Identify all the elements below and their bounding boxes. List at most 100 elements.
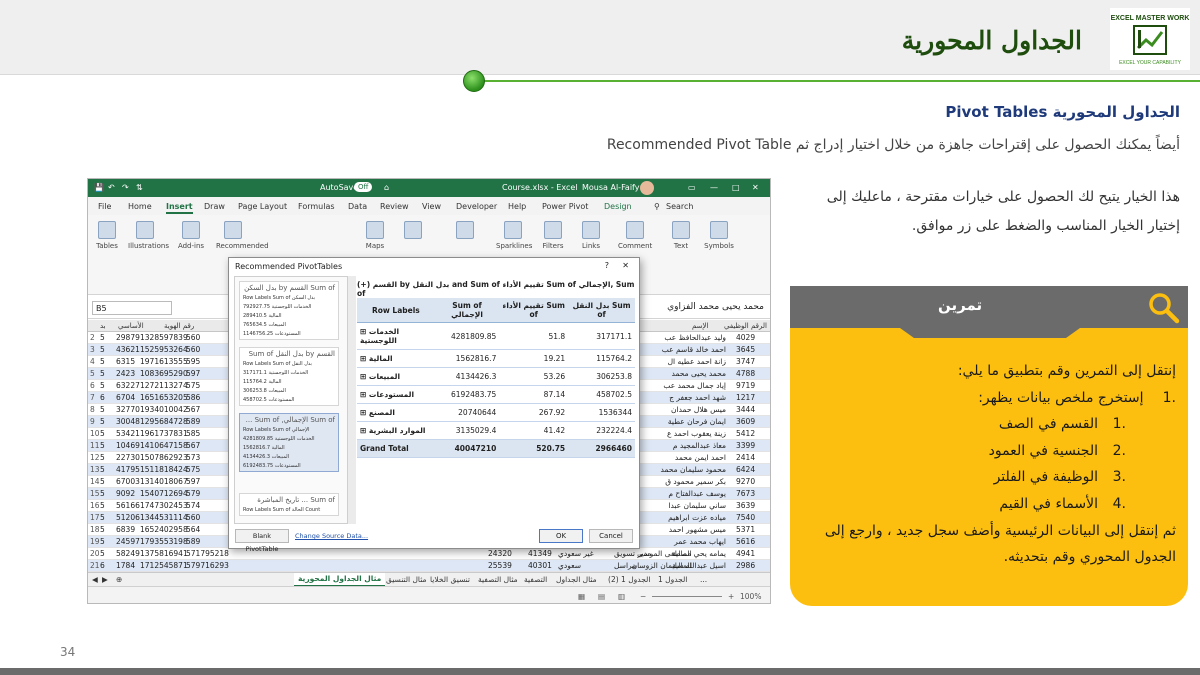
search-label[interactable]: Search <box>666 202 693 211</box>
cell[interactable]: 19 <box>90 537 100 546</box>
cell[interactable]: 1314018067 <box>140 477 188 486</box>
cell[interactable]: 1272113274 <box>140 381 188 390</box>
cell[interactable]: 14 <box>90 477 100 486</box>
cell[interactable]: 4 <box>90 357 95 366</box>
cell[interactable]: 4029 <box>736 333 755 342</box>
cell[interactable]: ايهاب محمد عمر <box>674 537 726 546</box>
autosave-toggle[interactable]: Off <box>354 182 373 192</box>
cell[interactable]: 5 <box>100 477 105 486</box>
cell[interactable]: 5 <box>100 465 105 474</box>
cell[interactable]: 17 <box>90 513 100 522</box>
cell[interactable]: 5 <box>100 369 105 378</box>
table-row[interactable]: 20 5 58249 1375816941 571795218 24320 41349 غير… <box>88 548 770 560</box>
pivot-suggestion[interactable]: القسم by بدل النقل Sum of Row Labels Sum… <box>239 347 339 406</box>
cell[interactable]: 1295684728 <box>140 417 188 426</box>
cell[interactable]: 1344531114 <box>140 513 188 522</box>
cell[interactable]: 20 <box>90 549 100 558</box>
cell[interactable]: 9270 <box>736 477 755 486</box>
cell[interactable]: 1651653205 <box>140 393 188 402</box>
cell[interactable]: 560 <box>186 345 200 354</box>
maximize-icon[interactable]: □ <box>732 183 740 192</box>
tab-sheet-filter[interactable]: التصفية <box>524 575 547 584</box>
cell[interactable]: 1712545871 <box>140 561 188 570</box>
tab-design[interactable]: Design <box>604 202 632 211</box>
cell[interactable]: ميس مشهور احمد <box>669 525 726 534</box>
zoom-level[interactable]: 100% <box>740 592 761 601</box>
cell[interactable]: 597 <box>186 477 200 486</box>
cell[interactable]: 5616 <box>736 537 755 546</box>
tab-review[interactable]: Review <box>380 202 409 211</box>
cell[interactable]: 8 <box>90 405 95 414</box>
tab-help[interactable]: Help <box>508 202 526 211</box>
cell[interactable]: 560 <box>186 333 200 342</box>
cell[interactable]: 18 <box>90 525 100 534</box>
cell[interactable]: شهد احمد جعفر ج <box>669 393 726 402</box>
cell[interactable]: 3609 <box>736 417 755 426</box>
cell[interactable]: ساني سليمان عبدا <box>668 501 726 510</box>
ribbon-display-icon[interactable]: ▭ <box>688 183 696 192</box>
cell[interactable]: 5 <box>100 417 105 426</box>
cell[interactable]: 589 <box>186 417 200 426</box>
cell[interactable]: غير سعودي <box>558 549 594 558</box>
cell[interactable]: 597 <box>186 369 200 378</box>
cell[interactable]: زينة يعقوب احمد ع <box>667 429 726 438</box>
cell[interactable]: 12 <box>90 453 100 462</box>
table-row[interactable]: 21 6 1784 1712545871 579716293 25539 40301 سعود… <box>88 560 770 572</box>
cell[interactable]: 1525953264 <box>140 345 188 354</box>
column-header[interactable]: بد <box>100 322 106 330</box>
search-icon[interactable]: ⚲ <box>654 202 660 211</box>
cell[interactable]: 3747 <box>736 357 755 366</box>
cell[interactable]: 7 <box>90 393 95 402</box>
cell[interactable]: 5 <box>100 549 105 558</box>
cell[interactable]: سعودي <box>558 561 581 570</box>
cell[interactable]: 3444 <box>736 405 755 414</box>
page-layout-icon[interactable]: ▤ <box>598 592 605 601</box>
cell[interactable]: 9092 <box>116 489 135 498</box>
cell[interactable]: 3 <box>90 345 95 354</box>
cell[interactable]: 5 <box>100 405 105 414</box>
cell[interactable]: 51206 <box>116 513 140 522</box>
cell[interactable]: 5 <box>100 525 105 534</box>
cell[interactable]: 16 <box>90 501 100 510</box>
cell[interactable]: 11 <box>90 441 100 450</box>
cell[interactable]: 24320 <box>488 549 512 558</box>
ok-button[interactable]: OK <box>539 529 583 543</box>
ribbon-text-button[interactable]: Text <box>664 221 698 250</box>
tab-developer[interactable]: Developer <box>456 202 497 211</box>
cell[interactable]: 2986 <box>736 561 755 570</box>
cell[interactable]: 32770 <box>116 405 140 414</box>
cell[interactable]: 25539 <box>488 561 512 570</box>
cell[interactable]: 1793553198 <box>140 537 188 546</box>
tab-data[interactable]: Data <box>348 202 367 211</box>
ribbon-illustrations-button[interactable]: Illustrations <box>128 221 169 250</box>
cell[interactable]: 21 <box>90 561 100 570</box>
cell[interactable]: بكر سمير محمود ق <box>665 477 726 486</box>
cell[interactable]: 1375816941 <box>140 549 188 558</box>
cell[interactable]: 1217 <box>736 393 755 402</box>
cell[interactable]: 6704 <box>116 393 135 402</box>
redo-icon[interactable]: ↷ <box>122 183 129 192</box>
cell[interactable]: 5 <box>100 345 105 354</box>
avatar[interactable] <box>640 181 654 195</box>
cell[interactable]: 5 <box>100 429 105 438</box>
tab-file[interactable]: File <box>98 202 111 211</box>
cell[interactable]: 5371 <box>736 525 755 534</box>
minimize-icon[interactable]: — <box>710 183 718 192</box>
help-icon[interactable]: ? <box>605 261 609 270</box>
cell[interactable]: 3639 <box>736 501 755 510</box>
cell[interactable]: 2414 <box>736 453 755 462</box>
normal-view-icon[interactable]: ▦ <box>578 592 585 601</box>
tab-draw[interactable]: Draw <box>204 202 225 211</box>
cell[interactable]: 575 <box>186 381 200 390</box>
cell[interactable]: 5 <box>100 537 105 546</box>
more-sheets[interactable]: ... <box>700 575 707 584</box>
ribbon-maps-button[interactable]: Maps <box>358 221 392 250</box>
cell[interactable]: 1747302453 <box>140 501 188 510</box>
tab-sheet-cell-format[interactable]: تنسيق الخلايا <box>430 575 470 584</box>
cell[interactable]: محمود سليمان محمد <box>661 465 726 474</box>
cancel-button[interactable]: Cancel <box>589 529 633 543</box>
cell[interactable]: 1083695290 <box>140 369 188 378</box>
cell[interactable]: 567 <box>186 441 200 450</box>
page-break-icon[interactable]: ▥ <box>618 592 625 601</box>
cell[interactable]: 4788 <box>736 369 755 378</box>
